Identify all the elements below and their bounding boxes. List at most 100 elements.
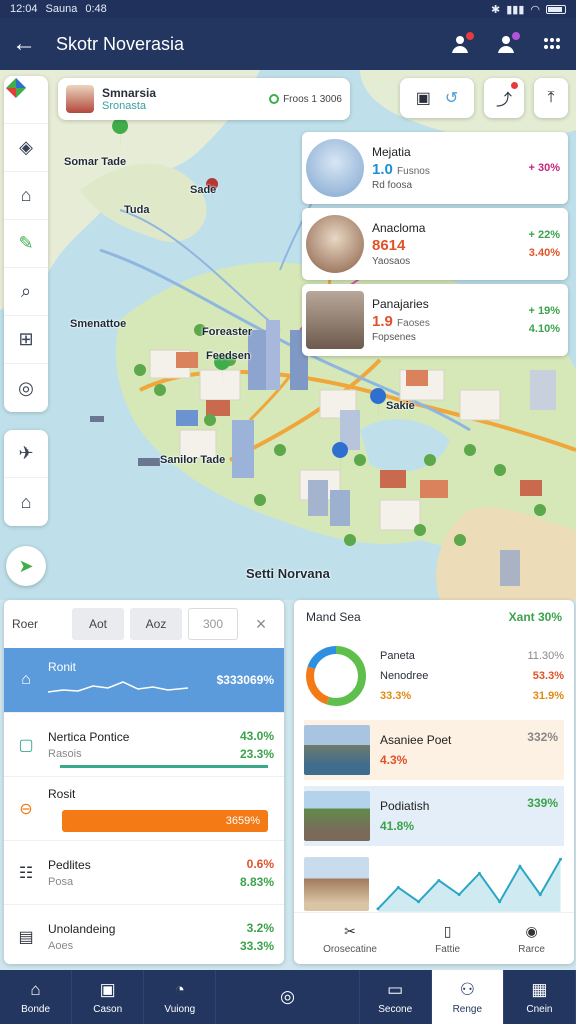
route-row[interactable]: ▤ Unolandeing Aoes 3.2% 33.3% xyxy=(4,904,284,964)
window-icon: ▭ xyxy=(387,979,404,999)
stats-title-value: Xant 30% xyxy=(508,610,562,624)
footer-item[interactable]: ◉ Rarce xyxy=(518,923,545,955)
poi-card[interactable]: Mejatia 1.0 Fusnos Rd foosa + 30% xyxy=(302,132,568,204)
status-time: 12:04 xyxy=(10,3,38,15)
trend-image xyxy=(304,857,370,911)
route-button[interactable]: ⤴ xyxy=(484,78,524,118)
north-button[interactable]: ⤒ xyxy=(534,78,568,118)
brush-icon[interactable]: ✎ xyxy=(4,220,48,268)
donut-legend: Paneta 11.30% Nenodree 53.3% 33.3% 31.9% xyxy=(380,646,564,706)
trend-point xyxy=(478,871,482,875)
status-carrier: Sauna xyxy=(45,3,78,15)
locate-icon[interactable]: ◎ xyxy=(4,364,48,412)
map-label: Foreaster xyxy=(202,326,253,338)
poi-image xyxy=(306,139,364,197)
route-sub: Aoes xyxy=(48,939,74,952)
tab-roer[interactable]: Roer xyxy=(12,608,66,640)
user-pin-icon[interactable] xyxy=(494,32,520,56)
poi-name: Panajaries xyxy=(372,297,429,311)
map-logo-icon[interactable] xyxy=(4,76,48,124)
poi-percent: + 19% 4.10% xyxy=(528,305,561,335)
tab-aoz[interactable]: Aoz xyxy=(130,608,182,640)
stats-footer: ✂ Orosecatine ▯ Fattie ◉ Rarce xyxy=(294,912,574,964)
status-bar: 12:04 Sauna 0:48 ✱ ▮▮▮ ◠ xyxy=(0,0,576,18)
route-row[interactable]: ▢ Nertica Pontice Rasois 43.0% 23.3% xyxy=(4,712,284,776)
wifi-icon: ◠ xyxy=(530,3,540,16)
footer-item[interactable]: ✂ Orosecatine xyxy=(323,923,377,955)
map-label: Sade xyxy=(190,184,217,196)
nav-target[interactable]: ◎ xyxy=(216,970,360,1024)
poi-image xyxy=(306,215,364,273)
route-tabs: Roer Aot Aoz 300 × xyxy=(4,600,284,648)
donut-chart xyxy=(306,646,366,706)
layers-button[interactable]: ▣ ↺ xyxy=(400,78,474,118)
poi-name: Anacloma xyxy=(372,221,426,235)
footer-item[interactable]: ▯ Fattie xyxy=(435,923,460,955)
minus-circle-icon: ⊖ xyxy=(19,800,33,818)
close-button[interactable]: × xyxy=(246,608,276,640)
map-label: Setti Norvana xyxy=(246,566,330,581)
tab-300[interactable]: 300 xyxy=(188,608,238,640)
target-icon: ◎ xyxy=(280,987,295,1006)
timer-icon: ▢ xyxy=(18,736,34,754)
layers-icon[interactable]: ◈ xyxy=(4,124,48,172)
nav-cnein[interactable]: ▦ Cnein xyxy=(504,970,576,1024)
poi-card[interactable]: Anacloma 8614 Yaosaos + 22% 3.40% xyxy=(302,208,568,280)
attraction-image xyxy=(304,791,370,841)
location-meta-text: Froos 1 3006 xyxy=(283,93,342,105)
poi-card[interactable]: Panajaries 1.9 Faoses Fopsenes + 19% 4.10… xyxy=(302,284,568,356)
nav-cason[interactable]: ▣ Cason xyxy=(72,970,145,1024)
user-alert-icon[interactable] xyxy=(448,32,474,56)
navigate-icon: ➤ xyxy=(18,555,34,576)
location-thumbnail xyxy=(66,85,94,113)
plane-icon[interactable]: ✈ xyxy=(4,430,48,478)
legend-row: Paneta 11.30% xyxy=(380,650,564,662)
route-row[interactable]: ⌂ Ronit $333069% xyxy=(4,648,284,712)
navigate-button[interactable]: ➤ xyxy=(6,546,46,586)
nav-secone[interactable]: ▭ Secone xyxy=(360,970,432,1024)
nav-home[interactable]: ⌂ Bonde xyxy=(0,970,73,1024)
location-card[interactable]: Smnarsia Sronasta Froos 1 3006 xyxy=(58,78,350,120)
attraction-name: Podiatish xyxy=(380,799,430,813)
trend-point xyxy=(498,900,502,904)
home-icon[interactable]: ⌂ xyxy=(4,478,48,526)
route-row[interactable]: ⊖ Rosit 3659% xyxy=(4,776,284,840)
attraction-row[interactable]: Asaniee Poet 4.3% 332% xyxy=(304,720,564,780)
trend-point xyxy=(518,864,522,868)
map-label: Somar Tade xyxy=(64,156,127,168)
home-outline-icon[interactable]: ⌂ xyxy=(4,172,48,220)
nav-renge[interactable]: ⚇ Renge xyxy=(431,970,504,1024)
trend-point xyxy=(397,886,401,890)
stats-title: Mand Sea xyxy=(306,610,361,624)
poi-image xyxy=(306,291,364,349)
grid-icon[interactable]: ⊞ xyxy=(4,316,48,364)
app-header: ← Skotr Noverasia xyxy=(0,18,576,70)
document-icon: ▯ xyxy=(443,922,452,939)
image-icon: ▦ xyxy=(531,979,548,999)
route-value: 0.6% 8.83% xyxy=(239,856,274,889)
search-icon[interactable]: ⌕ xyxy=(4,268,48,316)
back-button[interactable]: ← xyxy=(12,30,46,58)
status-extra: 0:48 xyxy=(85,3,107,15)
attraction-image xyxy=(304,725,370,775)
more-icon[interactable] xyxy=(540,32,564,56)
nav-vuiong[interactable]: ◔ Vuiong xyxy=(144,970,217,1024)
attraction-name: Asaniee Poet xyxy=(380,733,452,747)
poi-percent: + 22% 3.40% xyxy=(528,229,561,259)
poi-value: 1.9 Faoses xyxy=(372,313,430,330)
route-name: Nertica Pontice xyxy=(48,729,130,744)
profile-icon: ◉ xyxy=(525,922,538,939)
scissors-icon: ✂ xyxy=(344,922,356,939)
route-value: $333069% xyxy=(216,673,274,687)
route-progress-bar: 3659% xyxy=(62,810,268,832)
tab-aot[interactable]: Aot xyxy=(72,608,124,640)
box-icon: ▣ xyxy=(99,979,116,999)
building-icon: ▤ xyxy=(18,928,34,946)
map-view[interactable]: Somar Tade Sade Tuda Smenattoe Foreaster… xyxy=(0,70,576,600)
poi-note: Yaosaos xyxy=(372,256,411,267)
poi-note: Rd foosa xyxy=(372,180,413,191)
route-row[interactable]: ☷ Pedlites Posa 0.6% 8.83% xyxy=(4,840,284,904)
trend-point xyxy=(539,893,543,897)
person-icon: ⚇ xyxy=(459,979,475,999)
attraction-row[interactable]: Podiatish 41.8% 339% xyxy=(304,786,564,846)
